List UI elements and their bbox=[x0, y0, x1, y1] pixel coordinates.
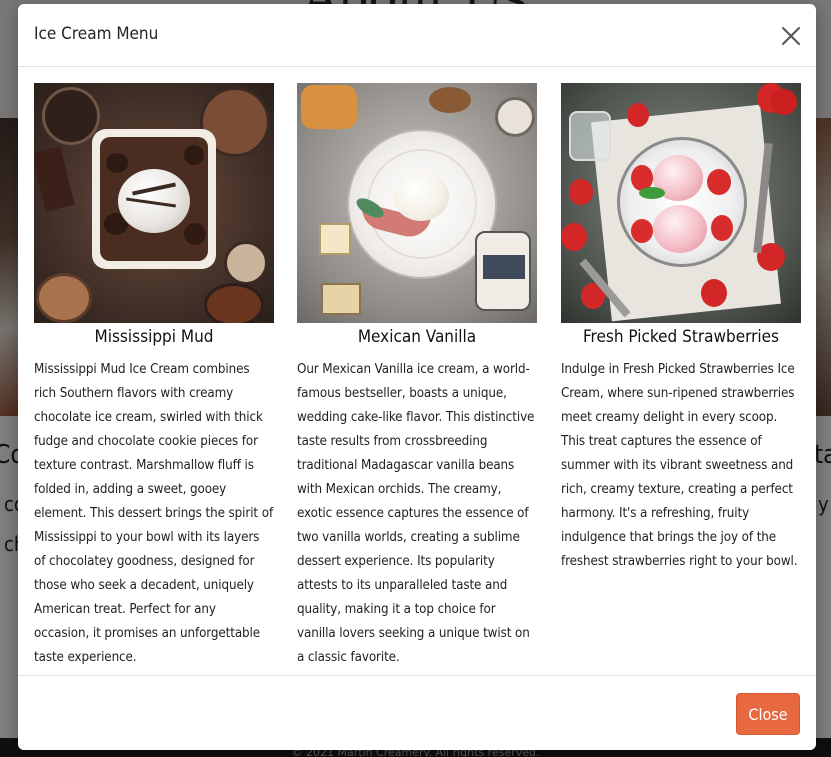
menu-item: Fresh Picked Strawberries Indulge in Fre… bbox=[561, 83, 801, 574]
menu-item-description: Our Mexican Vanilla ice cream, a world-f… bbox=[297, 362, 535, 665]
menu-item: Mexican Vanilla Our Mexican Vanilla ice … bbox=[297, 83, 537, 670]
close-button[interactable]: Close bbox=[736, 693, 800, 735]
modal-header: Ice Cream Menu bbox=[18, 4, 816, 67]
modal-footer: Close bbox=[18, 675, 816, 750]
modal-body: Mississippi Mud Mississippi Mud Ice Crea… bbox=[18, 67, 816, 676]
menu-item-name: Fresh Picked Strawberries bbox=[582, 327, 780, 347]
modal-title: Ice Cream Menu bbox=[34, 24, 159, 44]
menu-item: Mississippi Mud Mississippi Mud Ice Crea… bbox=[34, 83, 274, 670]
menu-item-description: Mississippi Mud Ice Cream combines rich … bbox=[34, 362, 274, 665]
menu-item-name: Mexican Vanilla bbox=[357, 327, 477, 347]
mexican-vanilla-photo bbox=[297, 83, 537, 323]
strawberry-photo bbox=[561, 83, 801, 323]
close-x-icon[interactable] bbox=[778, 23, 804, 49]
menu-item-name: Mississippi Mud bbox=[94, 327, 214, 347]
menu-item-description: Indulge in Fresh Picked Strawberries Ice… bbox=[561, 362, 798, 569]
mississippi-mud-photo bbox=[34, 83, 274, 323]
ice-cream-menu-modal: Ice Cream Menu Mississippi Mud Mississip… bbox=[18, 4, 816, 750]
